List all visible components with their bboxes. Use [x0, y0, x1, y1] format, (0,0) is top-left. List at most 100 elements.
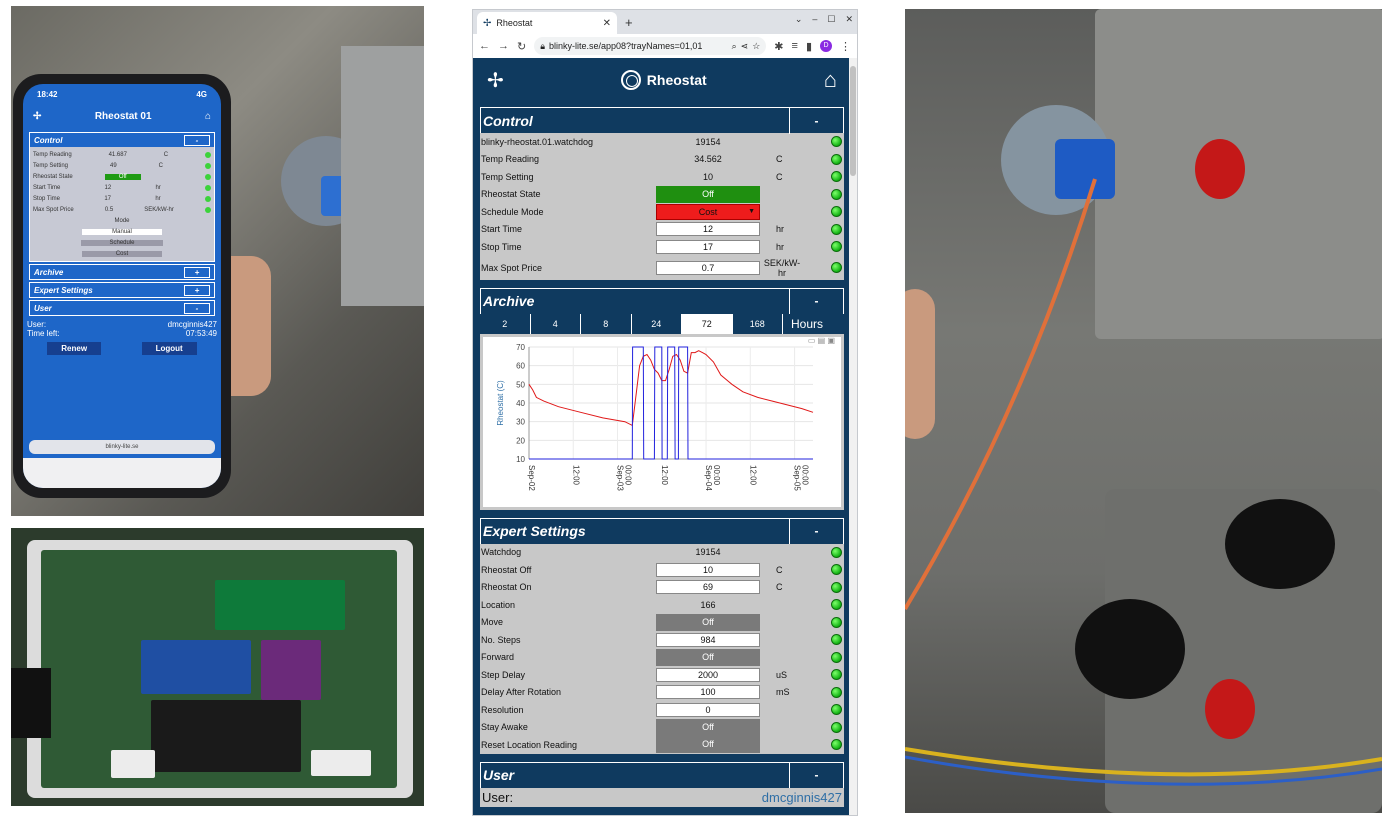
new-tab-button[interactable]: + [625, 15, 633, 30]
status-indicator-icon [831, 669, 842, 681]
setting-row: Watchdog 19154 [480, 544, 844, 562]
phone-row-value: 0.5 [104, 206, 114, 213]
setting-value: 17 [702, 241, 713, 252]
setting-input[interactable]: 10 [656, 562, 760, 577]
off-toggle-button[interactable]: Off [656, 613, 760, 631]
setting-label: Stop Time [481, 241, 522, 252]
profile-avatar[interactable]: D [820, 40, 832, 52]
browser-tab[interactable]: ✢ Rheostat ✕ [477, 12, 617, 34]
close-window-icon[interactable]: ✕ [845, 14, 853, 25]
setting-input[interactable]: 69 [656, 580, 760, 595]
schedule-mode-select[interactable]: Cost ▼ [656, 203, 760, 220]
archive-collapse-button[interactable]: - [789, 288, 843, 314]
off-toggle-button[interactable]: Off [656, 648, 760, 666]
setting-input[interactable]: 984 [656, 632, 760, 647]
tab-title: Rheostat [496, 18, 533, 28]
setting-input[interactable]: 0.7 [656, 260, 760, 275]
hours-button[interactable]: 2 [480, 313, 531, 334]
setting-value-cell: 984 [656, 632, 760, 647]
setting-input[interactable]: 2000 [656, 667, 760, 682]
hours-button[interactable]: 168 [733, 313, 783, 334]
archive-panel-title: Archive [483, 293, 535, 309]
setting-unit: hr [776, 224, 785, 235]
user-panel-title: User [483, 767, 515, 783]
setting-label: Temp Reading [481, 154, 540, 165]
page-scrollbar[interactable] [849, 58, 857, 815]
setting-row: Delay After Rotation 100 mS [480, 684, 844, 702]
setting-value: Off [702, 651, 714, 662]
setting-value: 34.562 [694, 154, 722, 165]
expert-rows: Watchdog 19154 Rheostat Off 10 C Rheostat On 6… [480, 544, 844, 754]
status-indicator-icon [831, 634, 842, 646]
expert-collapse-button[interactable]: - [789, 518, 843, 544]
phone-home-icon: ⌂ [204, 110, 211, 122]
off-toggle-button[interactable]: Off [656, 718, 760, 736]
setting-value-cell: Off [656, 736, 760, 754]
menu-icon[interactable]: ⋮ [840, 40, 851, 53]
phone-status-bar: 18:42 4G [23, 84, 221, 102]
setting-input[interactable]: 17 [656, 239, 760, 254]
lock-icon: 🔒︎ [540, 40, 546, 51]
setting-unit: mS [776, 687, 790, 698]
bookmark-star-icon[interactable]: ☆ [752, 41, 760, 52]
hours-button[interactable]: 24 [632, 313, 682, 334]
setting-label: Rheostat State [481, 189, 541, 200]
address-bar[interactable]: 🔒︎ blinky-lite.se/app08?trayNames=01,01 … [534, 37, 767, 55]
setting-label: Move [481, 617, 504, 628]
maximize-icon[interactable]: ☐ [827, 14, 835, 25]
setting-input[interactable]: 12 [656, 222, 760, 237]
x-tick-label: Sep-03 [616, 465, 625, 491]
status-indicator-icon [831, 564, 842, 576]
setting-row: Temp Setting 10 C [480, 168, 844, 186]
address-url: blinky-lite.se/app08?trayNames=01,01 [549, 41, 703, 51]
archive-chart: ▭ ▤ ▣ 10 20 30 40 50 60 70 Sep-02 12:00 Sep-03 00:… [480, 333, 844, 510]
home-icon[interactable]: ⌂ [824, 67, 837, 93]
off-toggle-button[interactable]: Off [656, 736, 760, 754]
blinky-brand-icon[interactable]: ✢ [487, 68, 504, 93]
tab-list-icon[interactable]: ⌄ [795, 14, 803, 25]
user-panel: User - User: dmcginnis427 [479, 760, 845, 808]
hours-button[interactable]: 4 [531, 313, 581, 334]
setting-label: Schedule Mode [481, 206, 544, 217]
control-collapse-button[interactable]: - [789, 107, 843, 134]
phone-row: Max Spot Price 0.5 SEK/kW-hr [33, 204, 211, 215]
reload-icon[interactable]: ↻ [517, 40, 526, 53]
phone-time-value: 07:53:49 [185, 329, 217, 338]
close-icon[interactable]: ✕ [603, 18, 611, 29]
setting-input[interactable]: 0 [656, 702, 760, 717]
status-indicator-icon [831, 599, 842, 611]
reading-list-icon[interactable]: ≡ [792, 40, 798, 52]
setting-value: 10 [702, 171, 713, 182]
setting-unit: uS [776, 669, 788, 680]
phone-row-value: 12 [104, 184, 112, 191]
chart-toolbar-icon[interactable]: ▭ ▤ ▣ [808, 336, 835, 345]
phone-user-row: User: dmcginnis427 [27, 320, 217, 329]
phone-user-label: User: [27, 320, 47, 329]
phone-archive-toggle: + [184, 266, 210, 278]
phone-control-body: Temp Reading 41.687 C Temp Setting 49 C Rheo… [30, 147, 214, 261]
phone-row-unit: SEK/kW-hr [144, 206, 174, 213]
setting-input[interactable]: 100 [656, 685, 760, 700]
phone-mode-option-label: Manual [82, 228, 162, 235]
phone-expert-toggle: + [184, 284, 210, 296]
extensions-icon[interactable]: ✱ [774, 40, 783, 53]
share-icon[interactable]: ⋖ [741, 41, 749, 52]
minimize-icon[interactable]: – [812, 14, 817, 25]
setting-value: 19154 [695, 547, 721, 558]
setting-row: No. Steps 984 [480, 631, 844, 649]
phone-row-value: 17 [104, 195, 112, 202]
expert-panel-title: Expert Settings [483, 523, 586, 539]
user-panel-header: User - [480, 761, 844, 788]
user-collapse-button[interactable]: - [789, 762, 843, 788]
scrollbar-thumb[interactable] [850, 66, 856, 176]
phone-status-indicator [204, 206, 211, 213]
setting-value-cell: 0 [656, 702, 760, 717]
forward-icon[interactable]: → [498, 40, 509, 52]
hours-button[interactable]: 8 [581, 313, 632, 334]
side-panel-icon[interactable]: ▮ [806, 40, 812, 53]
zoom-icon[interactable]: ⌕ [732, 41, 737, 52]
hours-button-active[interactable]: 72 [682, 313, 733, 334]
setting-label: Forward [481, 652, 515, 663]
state-toggle-button[interactable]: Off [656, 185, 760, 203]
back-icon[interactable]: ← [479, 40, 490, 52]
